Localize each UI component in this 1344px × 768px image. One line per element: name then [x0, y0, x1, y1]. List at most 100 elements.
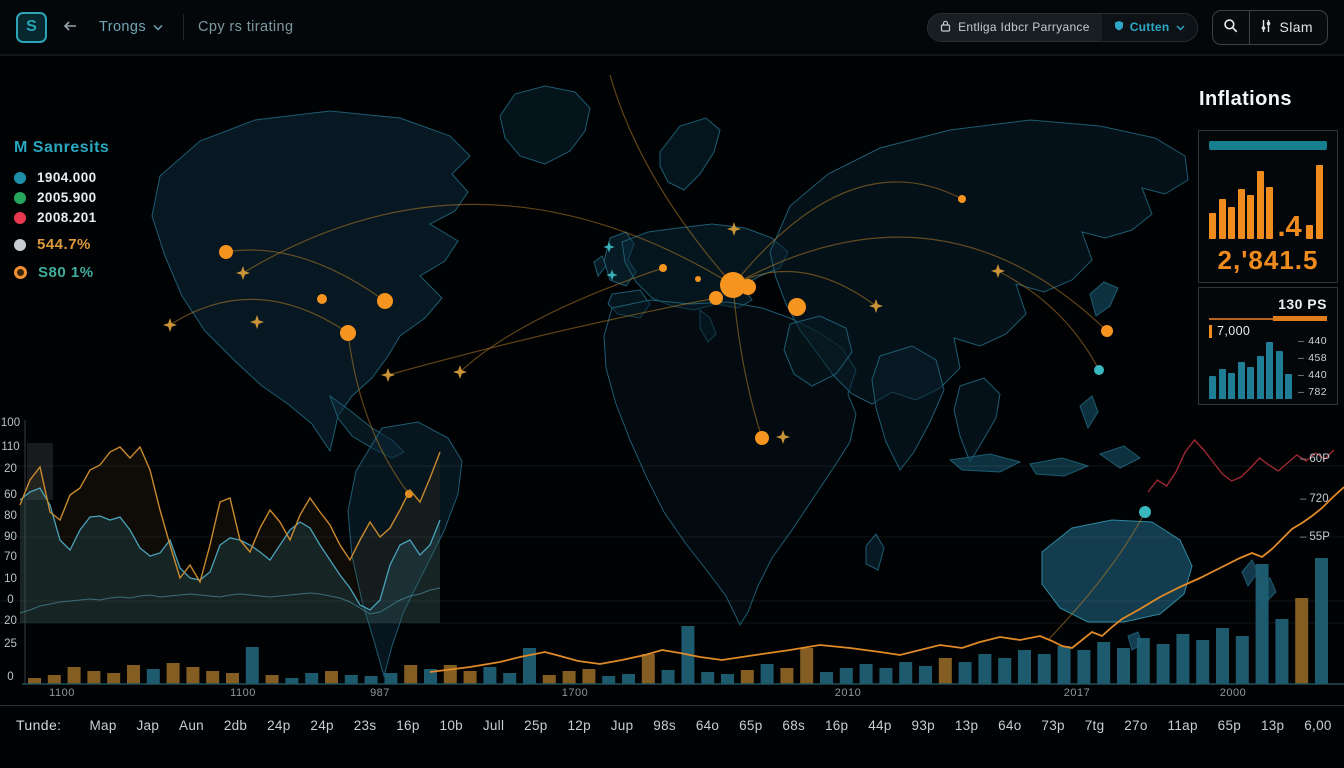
island-new-zealand-north — [1242, 560, 1258, 586]
search-icon — [1223, 18, 1239, 37]
ticker-label[interactable]: Jap — [137, 718, 160, 733]
legend-dot-icon — [14, 192, 26, 204]
teal-bar — [1228, 373, 1235, 399]
ticker-label[interactable]: 23s — [354, 718, 377, 733]
ticker-label[interactable]: 25p — [524, 718, 547, 733]
legend-stat[interactable]: S80 1% — [14, 264, 109, 281]
inflations-card-secondary: 130 PS 7,000 –440–458–440–782 — [1198, 287, 1338, 405]
orange-bar — [1219, 199, 1226, 239]
ticker-label[interactable]: 98s — [653, 718, 676, 733]
continents — [152, 86, 1276, 676]
map-dot-teal[interactable] — [1094, 365, 1104, 375]
ticker-label[interactable]: Jull — [483, 718, 504, 733]
bottom-divider — [0, 705, 1344, 706]
legend-item-label: 2008.201 — [37, 210, 97, 225]
ticker-label[interactable]: 2db — [224, 718, 247, 733]
ticker-label[interactable]: 65p — [739, 718, 762, 733]
compliance-button[interactable]: Entliga Idbcr Parryance — [928, 14, 1102, 41]
ticker-label[interactable]: 11ap — [1168, 718, 1198, 733]
teal-bar — [1276, 351, 1283, 399]
ticker-label[interactable]: Jup — [611, 718, 634, 733]
burst-marker-icon — [163, 318, 177, 332]
map-dot-orange[interactable] — [740, 279, 756, 295]
burst-marker-icon — [381, 368, 395, 382]
ticker-label[interactable]: 10b — [440, 718, 463, 733]
map-dot-orange[interactable] — [788, 298, 806, 316]
y-axis-label: 25 — [0, 638, 21, 650]
inflation-value: 2,'841.5 — [1209, 245, 1327, 276]
compliance-button-group: Entliga Idbcr Parryance Cutten — [927, 13, 1197, 42]
y-axis-label: 90 — [0, 531, 21, 543]
map-dot-orange[interactable] — [317, 294, 327, 304]
map-dot-orange[interactable] — [695, 276, 701, 282]
continent-greenland — [500, 86, 590, 164]
app-logo[interactable]: S — [16, 12, 47, 43]
ticker-label[interactable]: 7tg — [1085, 718, 1105, 733]
y-axis-label: 0 — [0, 594, 21, 606]
orange-bar — [1266, 187, 1273, 239]
legend-item[interactable]: 2008.201 — [14, 210, 109, 225]
ticker-label[interactable]: 93p — [912, 718, 935, 733]
continent-europe — [622, 224, 788, 310]
map-dot-orange[interactable] — [755, 431, 769, 445]
compliance-label: Entliga Idbcr Parryance — [958, 20, 1090, 34]
ticker-prefix: Tunde: — [16, 717, 61, 733]
ticker-label[interactable]: 44p — [868, 718, 891, 733]
legend-item[interactable]: 1904.000 — [14, 170, 109, 185]
ticker-label[interactable]: 65p — [1218, 718, 1241, 733]
map-dot-orange[interactable] — [405, 490, 413, 498]
x-axis-year-label: 2010 — [813, 687, 883, 699]
inflation-bar-chart: .4 — [1209, 163, 1327, 239]
map-dot-orange[interactable] — [659, 264, 667, 272]
search-button[interactable] — [1213, 11, 1250, 44]
cutten-dropdown[interactable]: Cutten — [1102, 14, 1197, 41]
map-dot-orange[interactable] — [958, 195, 966, 203]
ticker-label[interactable]: 16p — [825, 718, 848, 733]
legend-stat-label: 544.7% — [37, 236, 91, 253]
y-axis-label: 0 — [0, 671, 21, 683]
ticker-label[interactable]: Map — [89, 718, 116, 733]
map-dot-orange[interactable] — [340, 325, 356, 341]
map-dot-orange[interactable] — [709, 291, 723, 305]
ticker-label[interactable]: 16p — [396, 718, 419, 733]
world-map — [0, 56, 1344, 768]
ticker-label[interactable]: 6,00 — [1304, 718, 1331, 733]
card2-body: 7,000 –440–458–440–782 — [1209, 324, 1327, 400]
ticker-label[interactable]: 27o — [1124, 718, 1147, 733]
map-dot-teal[interactable] — [1139, 506, 1151, 518]
ticker-label[interactable]: 24p — [310, 718, 333, 733]
map-dot-orange[interactable] — [377, 293, 393, 309]
dashboard-root: S Trongs Cpy rs tirating — [0, 0, 1344, 768]
back-button[interactable] — [61, 18, 79, 37]
map-dot-orange[interactable] — [219, 245, 233, 259]
continent-scandinavia — [660, 118, 720, 190]
map-dot-orange[interactable] — [1101, 325, 1113, 337]
filter-field[interactable]: Slam — [1250, 11, 1328, 44]
chevron-down-icon — [153, 19, 163, 35]
orange-bar — [1209, 213, 1216, 239]
orange-bar — [1257, 171, 1264, 239]
ticker-label[interactable]: 64o — [696, 718, 719, 733]
teal-bar — [1266, 342, 1273, 399]
trends-dropdown[interactable]: Trongs — [93, 18, 169, 36]
orange-bar — [1238, 189, 1245, 239]
ticker-label[interactable]: 24p — [267, 718, 290, 733]
ticker-label[interactable]: Aun — [179, 718, 204, 733]
ticker-label[interactable]: 64o — [998, 718, 1021, 733]
y-axis-label: 110 — [0, 441, 21, 453]
x-axis-year-label: 2017 — [1042, 687, 1112, 699]
page-subtitle: Cpy rs tirating — [198, 19, 293, 35]
legend-panel: M Sanresits 1904.0002005.9002008.201 544… — [14, 139, 109, 281]
bottom-ticker: Tunde: Map Jap Aun 2db 24p 24p 23s 16p 10b Jull 25… — [0, 710, 1344, 740]
ticker-label[interactable]: 13p — [955, 718, 978, 733]
ticker-label[interactable]: 68s — [782, 718, 805, 733]
ticker-label[interactable]: 13p — [1261, 718, 1284, 733]
ticker-label[interactable]: 73p — [1041, 718, 1064, 733]
top-bar-left: S Trongs Cpy rs tirating — [16, 12, 293, 43]
legend-item[interactable]: 2005.900 — [14, 190, 109, 205]
y-axis-label: 20 — [0, 615, 21, 627]
ticker-label[interactable]: 12p — [567, 718, 590, 733]
top-bar: S Trongs Cpy rs tirating — [0, 0, 1344, 56]
legend-stat[interactable]: 544.7% — [14, 236, 109, 253]
x-axis-year-label: 1700 — [540, 687, 610, 699]
